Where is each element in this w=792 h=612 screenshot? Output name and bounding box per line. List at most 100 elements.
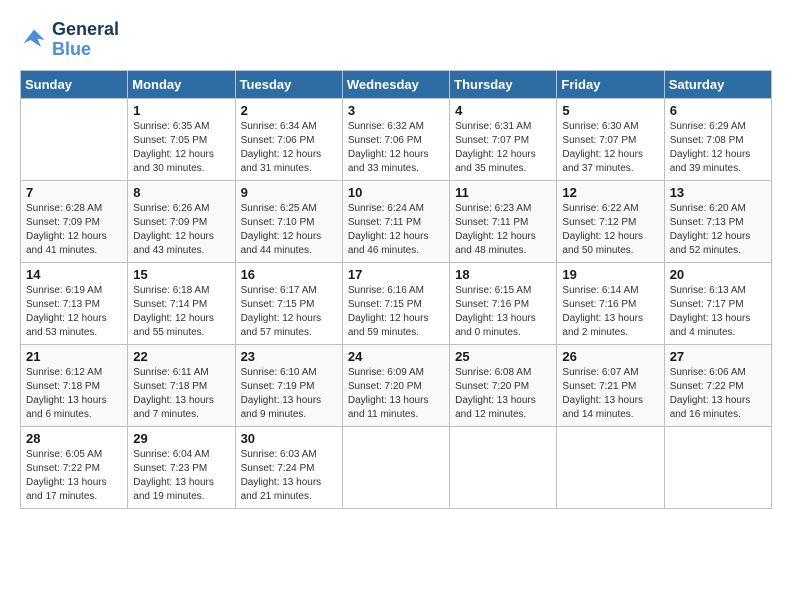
cell-date-number: 24 bbox=[348, 349, 444, 364]
calendar-cell: 12 Sunrise: 6:22 AMSunset: 7:12 PMDayligh… bbox=[557, 180, 664, 262]
cell-date-number: 26 bbox=[562, 349, 658, 364]
cell-sun-info: Sunrise: 6:08 AMSunset: 7:20 PMDaylight:… bbox=[455, 366, 551, 422]
cell-sun-info: Sunrise: 6:13 AMSunset: 7:17 PMDaylight:… bbox=[670, 284, 766, 340]
cell-date-number: 5 bbox=[562, 103, 658, 118]
calendar-cell bbox=[557, 426, 664, 508]
calendar-cell: 7 Sunrise: 6:28 AMSunset: 7:09 PMDaylight… bbox=[21, 180, 128, 262]
weekday-header: Saturday bbox=[664, 70, 771, 98]
weekday-header: Tuesday bbox=[235, 70, 342, 98]
calendar-cell: 11 Sunrise: 6:23 AMSunset: 7:11 PMDayligh… bbox=[450, 180, 557, 262]
calendar-cell: 3 Sunrise: 6:32 AMSunset: 7:06 PMDaylight… bbox=[342, 98, 449, 180]
cell-sun-info: Sunrise: 6:31 AMSunset: 7:07 PMDaylight:… bbox=[455, 120, 551, 176]
cell-sun-info: Sunrise: 6:14 AMSunset: 7:16 PMDaylight:… bbox=[562, 284, 658, 340]
calendar-cell: 1 Sunrise: 6:35 AMSunset: 7:05 PMDaylight… bbox=[128, 98, 235, 180]
calendar-cell: 30Sunrise: 6:03 AMSunset: 7:24 PMDayligh… bbox=[235, 426, 342, 508]
calendar-cell: 25 Sunrise: 6:08 AMSunset: 7:20 PMDayligh… bbox=[450, 344, 557, 426]
cell-date-number: 12 bbox=[562, 185, 658, 200]
cell-sun-info: Sunrise: 6:19 AMSunset: 7:13 PMDaylight:… bbox=[26, 284, 122, 340]
calendar-week-row: 7 Sunrise: 6:28 AMSunset: 7:09 PMDaylight… bbox=[21, 180, 772, 262]
cell-date-number: 15 bbox=[133, 267, 229, 282]
calendar-cell: 19Sunrise: 6:14 AMSunset: 7:16 PMDayligh… bbox=[557, 262, 664, 344]
cell-date-number: 27 bbox=[670, 349, 766, 364]
cell-date-number: 1 bbox=[133, 103, 229, 118]
calendar-cell bbox=[342, 426, 449, 508]
calendar-cell: 22 Sunrise: 6:11 AMSunset: 7:18 PMDayligh… bbox=[128, 344, 235, 426]
cell-date-number: 17 bbox=[348, 267, 444, 282]
cell-date-number: 22 bbox=[133, 349, 229, 364]
cell-sun-info: Sunrise: 6:32 AMSunset: 7:06 PMDaylight:… bbox=[348, 120, 444, 176]
calendar-cell: 18 Sunrise: 6:15 AMSunset: 7:16 PMDayligh… bbox=[450, 262, 557, 344]
cell-date-number: 16 bbox=[241, 267, 337, 282]
calendar-cell: 5Sunrise: 6:30 AMSunset: 7:07 PMDaylight… bbox=[557, 98, 664, 180]
cell-date-number: 28 bbox=[26, 431, 122, 446]
calendar-cell: 9 Sunrise: 6:25 AMSunset: 7:10 PMDaylight… bbox=[235, 180, 342, 262]
cell-date-number: 7 bbox=[26, 185, 122, 200]
cell-date-number: 2 bbox=[241, 103, 337, 118]
cell-sun-info: Sunrise: 6:35 AMSunset: 7:05 PMDaylight:… bbox=[133, 120, 229, 176]
cell-sun-info: Sunrise: 6:04 AMSunset: 7:23 PMDaylight:… bbox=[133, 448, 229, 504]
cell-sun-info: Sunrise: 6:22 AMSunset: 7:12 PMDaylight:… bbox=[562, 202, 658, 258]
weekday-header: Sunday bbox=[21, 70, 128, 98]
logo: General Blue bbox=[20, 20, 119, 60]
cell-date-number: 8 bbox=[133, 185, 229, 200]
cell-date-number: 6 bbox=[670, 103, 766, 118]
calendar-week-row: 14 Sunrise: 6:19 AMSunset: 7:13 PMDayligh… bbox=[21, 262, 772, 344]
cell-sun-info: Sunrise: 6:23 AMSunset: 7:11 PMDaylight:… bbox=[455, 202, 551, 258]
calendar-cell: 28 Sunrise: 6:05 AMSunset: 7:22 PMDayligh… bbox=[21, 426, 128, 508]
logo-icon bbox=[20, 26, 48, 54]
cell-sun-info: Sunrise: 6:25 AMSunset: 7:10 PMDaylight:… bbox=[241, 202, 337, 258]
calendar-cell: 2 Sunrise: 6:34 AMSunset: 7:06 PMDaylight… bbox=[235, 98, 342, 180]
calendar-cell: 20 Sunrise: 6:13 AMSunset: 7:17 PMDayligh… bbox=[664, 262, 771, 344]
calendar-cell: 15 Sunrise: 6:18 AMSunset: 7:14 PMDayligh… bbox=[128, 262, 235, 344]
cell-sun-info: Sunrise: 6:18 AMSunset: 7:14 PMDaylight:… bbox=[133, 284, 229, 340]
weekday-header: Friday bbox=[557, 70, 664, 98]
calendar-cell: 21Sunrise: 6:12 AMSunset: 7:18 PMDayligh… bbox=[21, 344, 128, 426]
cell-sun-info: Sunrise: 6:05 AMSunset: 7:22 PMDaylight:… bbox=[26, 448, 122, 504]
cell-date-number: 18 bbox=[455, 267, 551, 282]
calendar-cell: 4 Sunrise: 6:31 AMSunset: 7:07 PMDaylight… bbox=[450, 98, 557, 180]
calendar-week-row: 28 Sunrise: 6:05 AMSunset: 7:22 PMDayligh… bbox=[21, 426, 772, 508]
cell-date-number: 14 bbox=[26, 267, 122, 282]
cell-sun-info: Sunrise: 6:26 AMSunset: 7:09 PMDaylight:… bbox=[133, 202, 229, 258]
weekday-header-row: SundayMondayTuesdayWednesdayThursdayFrid… bbox=[21, 70, 772, 98]
calendar-cell: 17 Sunrise: 6:16 AMSunset: 7:15 PMDayligh… bbox=[342, 262, 449, 344]
calendar-cell: 16Sunrise: 6:17 AMSunset: 7:15 PMDayligh… bbox=[235, 262, 342, 344]
cell-date-number: 30 bbox=[241, 431, 337, 446]
cell-sun-info: Sunrise: 6:10 AMSunset: 7:19 PMDaylight:… bbox=[241, 366, 337, 422]
weekday-header: Thursday bbox=[450, 70, 557, 98]
cell-sun-info: Sunrise: 6:29 AMSunset: 7:08 PMDaylight:… bbox=[670, 120, 766, 176]
cell-date-number: 13 bbox=[670, 185, 766, 200]
cell-sun-info: Sunrise: 6:34 AMSunset: 7:06 PMDaylight:… bbox=[241, 120, 337, 176]
cell-date-number: 21 bbox=[26, 349, 122, 364]
cell-sun-info: Sunrise: 6:15 AMSunset: 7:16 PMDaylight:… bbox=[455, 284, 551, 340]
cell-sun-info: Sunrise: 6:28 AMSunset: 7:09 PMDaylight:… bbox=[26, 202, 122, 258]
page-header: General Blue bbox=[20, 20, 772, 60]
cell-date-number: 3 bbox=[348, 103, 444, 118]
cell-sun-info: Sunrise: 6:20 AMSunset: 7:13 PMDaylight:… bbox=[670, 202, 766, 258]
weekday-header: Wednesday bbox=[342, 70, 449, 98]
cell-date-number: 29 bbox=[133, 431, 229, 446]
calendar-cell: 26Sunrise: 6:07 AMSunset: 7:21 PMDayligh… bbox=[557, 344, 664, 426]
calendar-cell: 8 Sunrise: 6:26 AMSunset: 7:09 PMDaylight… bbox=[128, 180, 235, 262]
cell-date-number: 23 bbox=[241, 349, 337, 364]
cell-date-number: 9 bbox=[241, 185, 337, 200]
calendar-cell: 29 Sunrise: 6:04 AMSunset: 7:23 PMDayligh… bbox=[128, 426, 235, 508]
cell-sun-info: Sunrise: 6:11 AMSunset: 7:18 PMDaylight:… bbox=[133, 366, 229, 422]
calendar-cell: 13 Sunrise: 6:20 AMSunset: 7:13 PMDayligh… bbox=[664, 180, 771, 262]
cell-sun-info: Sunrise: 6:16 AMSunset: 7:15 PMDaylight:… bbox=[348, 284, 444, 340]
cell-date-number: 20 bbox=[670, 267, 766, 282]
calendar-cell: 27 Sunrise: 6:06 AMSunset: 7:22 PMDayligh… bbox=[664, 344, 771, 426]
calendar-cell: 23 Sunrise: 6:10 AMSunset: 7:19 PMDayligh… bbox=[235, 344, 342, 426]
calendar-cell: 24Sunrise: 6:09 AMSunset: 7:20 PMDayligh… bbox=[342, 344, 449, 426]
cell-date-number: 11 bbox=[455, 185, 551, 200]
calendar-cell: 6 Sunrise: 6:29 AMSunset: 7:08 PMDaylight… bbox=[664, 98, 771, 180]
calendar-cell bbox=[450, 426, 557, 508]
calendar-cell bbox=[21, 98, 128, 180]
cell-sun-info: Sunrise: 6:24 AMSunset: 7:11 PMDaylight:… bbox=[348, 202, 444, 258]
cell-date-number: 4 bbox=[455, 103, 551, 118]
logo-text: General Blue bbox=[52, 20, 119, 60]
calendar-cell: 10Sunrise: 6:24 AMSunset: 7:11 PMDayligh… bbox=[342, 180, 449, 262]
cell-sun-info: Sunrise: 6:06 AMSunset: 7:22 PMDaylight:… bbox=[670, 366, 766, 422]
cell-date-number: 25 bbox=[455, 349, 551, 364]
calendar-week-row: 1 Sunrise: 6:35 AMSunset: 7:05 PMDaylight… bbox=[21, 98, 772, 180]
